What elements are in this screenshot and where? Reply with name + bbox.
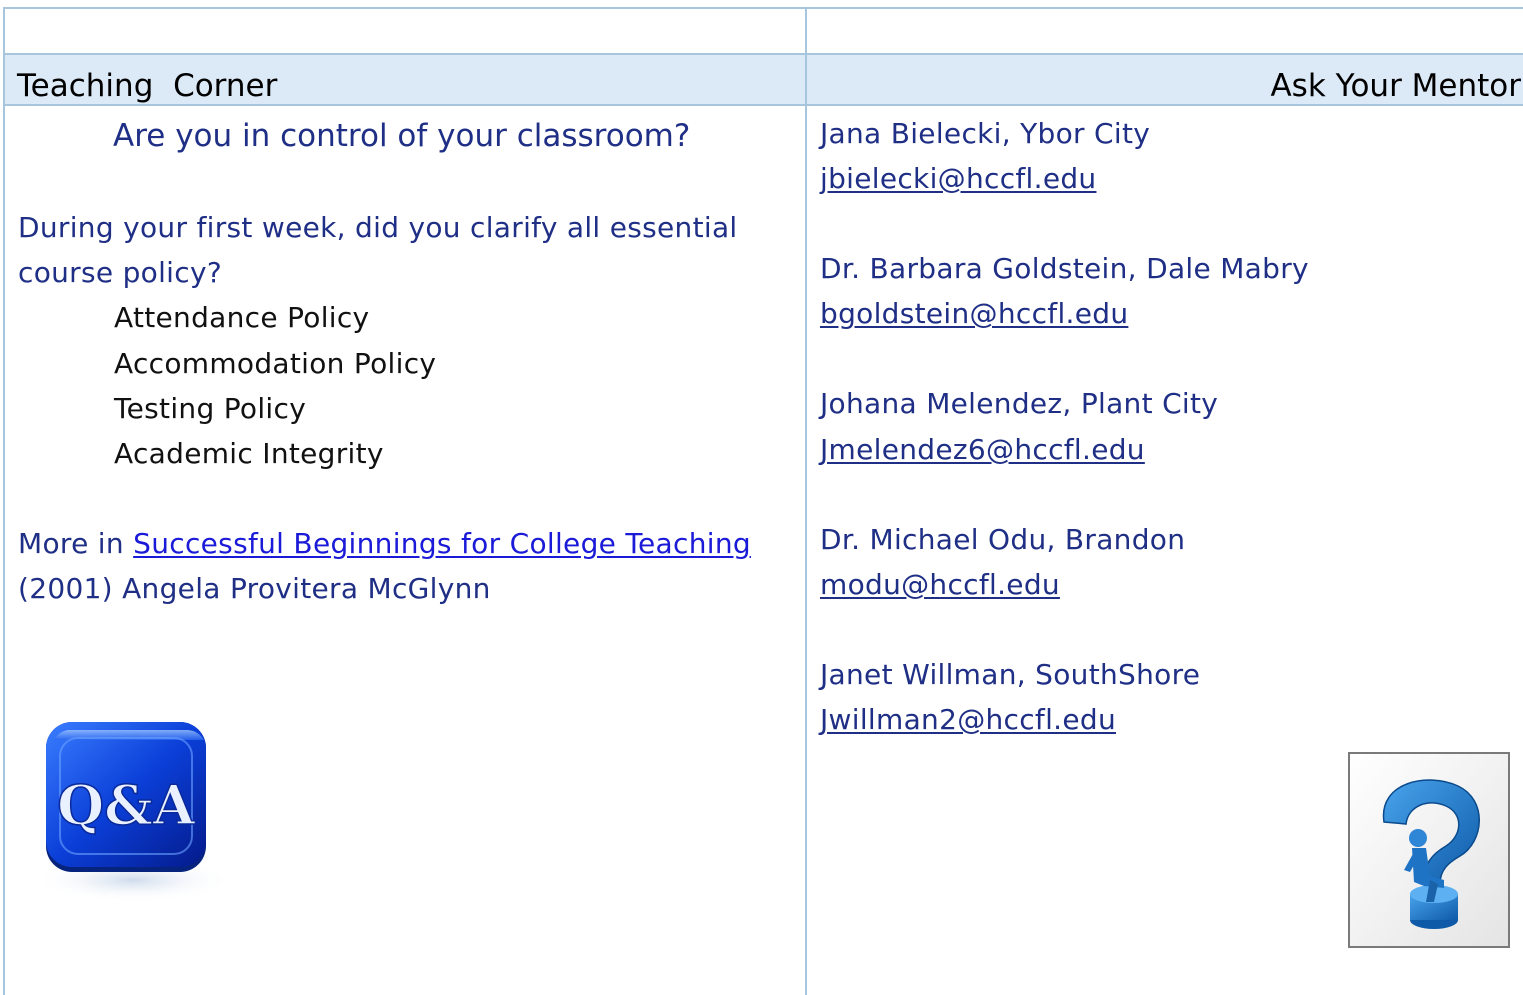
policy-item: Attendance Policy	[114, 301, 370, 334]
mentor-email[interactable]: Jmelendez6@hccfl.edu	[820, 427, 1145, 472]
mentor-email[interactable]: jbielecki@hccfl.edu	[820, 156, 1096, 201]
mentor-name: Johana Melendez, Plant City	[820, 387, 1219, 420]
svg-text:Q&A: Q&A	[57, 773, 196, 837]
mentor-name: Jana Bielecki, Ybor City	[820, 117, 1151, 150]
table-column-divider	[805, 7, 807, 995]
mentor-email[interactable]: modu@hccfl.edu	[820, 562, 1060, 607]
question-mark-figure-icon	[1348, 752, 1510, 948]
mentor-name: Dr. Barbara Goldstein, Dale Mabry	[820, 252, 1309, 285]
policy-item: Academic Integrity	[114, 437, 384, 470]
mentor-email-link[interactable]: Jwillman2@hccfl.edu	[820, 703, 1116, 736]
mentor-email-link[interactable]: jbielecki@hccfl.edu	[820, 162, 1096, 195]
book-link[interactable]: Successful Beginnings for College Teachi…	[133, 527, 751, 560]
qa-icon: Q&A	[28, 700, 238, 905]
mentor-name: Dr. Michael Odu, Brandon	[820, 523, 1186, 556]
mentor-email-link[interactable]: bgoldstein@hccfl.edu	[820, 297, 1128, 330]
intro-text-line1: During your first week, did you clarify …	[18, 211, 738, 244]
intro-text-line2: course policy?	[18, 256, 222, 289]
policy-item: Accommodation Policy	[114, 347, 437, 380]
table-border-top	[3, 7, 1523, 9]
policy-item: Testing Policy	[114, 392, 307, 425]
more-prefix: More in	[18, 527, 134, 560]
table-border-left	[3, 7, 5, 995]
table-border-header-top	[3, 53, 1523, 55]
newsletter-page: Teaching Corner Ask Your Mentor Are you …	[0, 0, 1523, 995]
ask-your-mentor-heading: Ask Your Mentor	[1270, 68, 1521, 104]
more-reading-line: More in Successful Beginnings for Colleg…	[18, 521, 751, 566]
section-question: Are you in control of your classroom?	[113, 118, 691, 154]
mentor-email[interactable]: Jwillman2@hccfl.edu	[820, 697, 1116, 742]
mentor-email-link[interactable]: modu@hccfl.edu	[820, 568, 1060, 601]
mentor-email-link[interactable]: Jmelendez6@hccfl.edu	[820, 433, 1145, 466]
mentor-email[interactable]: bgoldstein@hccfl.edu	[820, 291, 1128, 336]
mentor-name: Janet Willman, SouthShore	[820, 658, 1201, 691]
citation-line: (2001) Angela Provitera McGlynn	[18, 572, 491, 605]
teaching-corner-heading: Teaching Corner	[17, 68, 278, 104]
